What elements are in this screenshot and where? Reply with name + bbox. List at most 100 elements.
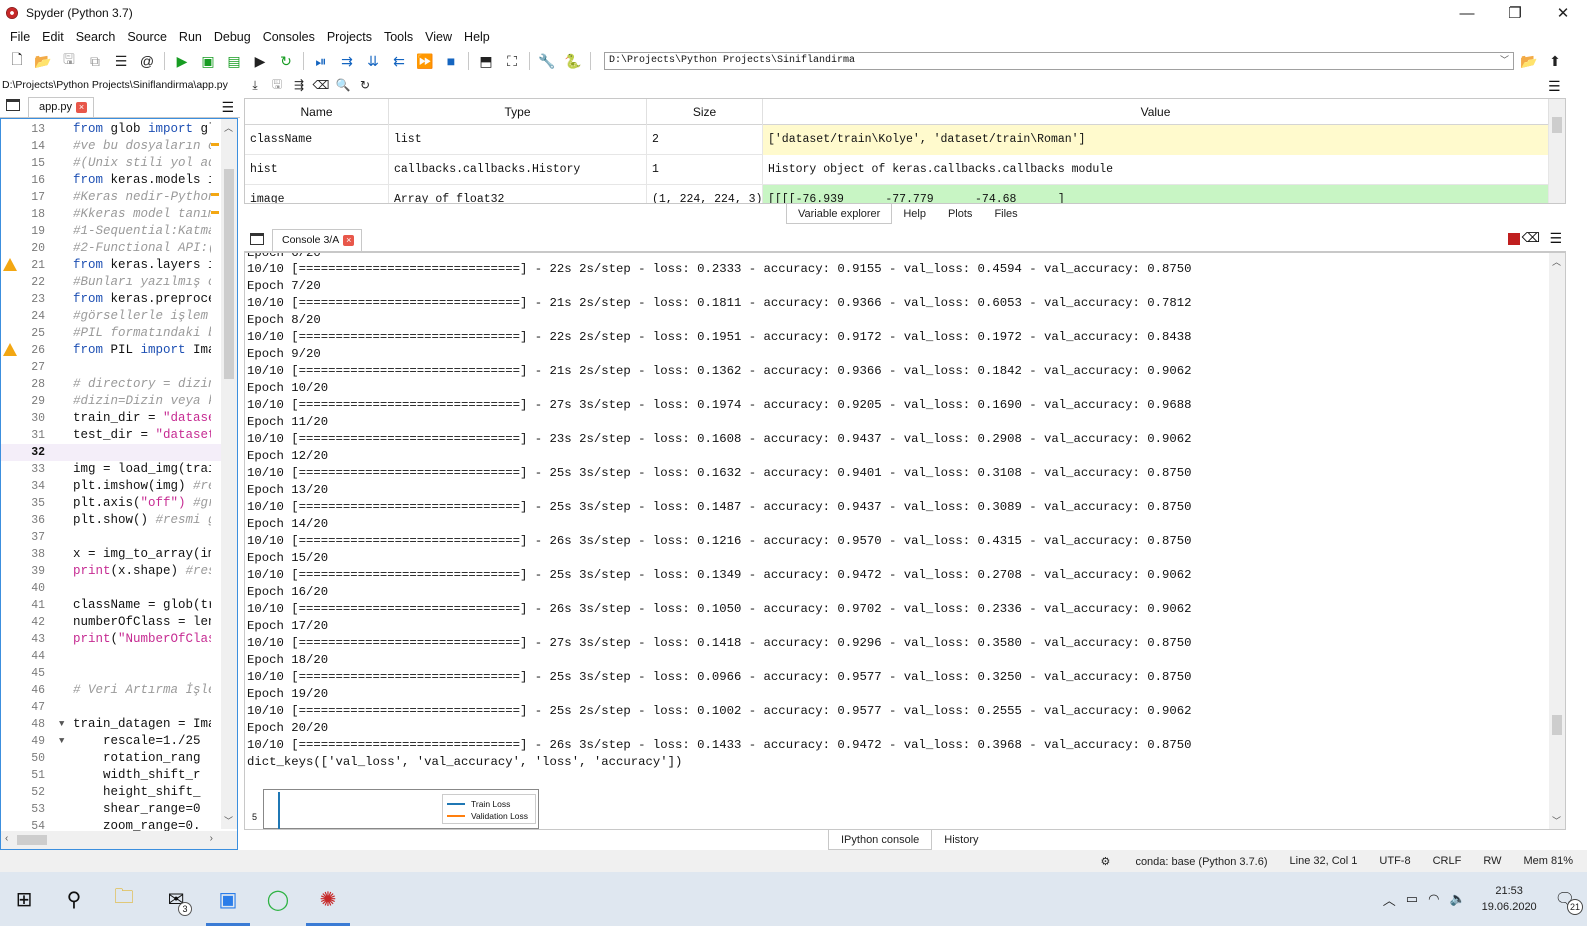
run-cell-icon[interactable]: ▣ [197, 50, 219, 72]
hamburger-menu-icon[interactable]: ☰ [1548, 78, 1561, 95]
menu-search[interactable]: Search [70, 30, 122, 44]
console-tab[interactable]: Console 3/A × [272, 229, 362, 251]
code-line[interactable]: 34 plt.imshow(img) #re [1, 478, 221, 495]
at-icon[interactable]: @ [136, 50, 158, 72]
header-type[interactable]: Type [389, 99, 647, 125]
maximize-pane-icon[interactable]: ⬒ [475, 50, 497, 72]
code-line[interactable]: 42 numberOfClass = len [1, 614, 221, 631]
parent-directory-icon[interactable]: ⬆ [1544, 50, 1566, 72]
refresh-icon[interactable]: ↻ [356, 76, 374, 94]
code-line[interactable]: 52 height_shift_ [1, 784, 221, 801]
scroll-down-icon[interactable]: ﹀ [1552, 814, 1561, 827]
warning-icon[interactable] [3, 258, 17, 271]
list-icon[interactable]: ☰ [110, 50, 132, 72]
menu-file[interactable]: File [4, 30, 36, 44]
run-cell-advance-icon[interactable]: ▤ [223, 50, 245, 72]
code-line[interactable]: 22 #Bunları yazılmış c [1, 274, 221, 291]
code-line[interactable]: 13 from glob import gl [1, 121, 221, 138]
console-scrollbar[interactable]: ︿ ﹀ [1549, 253, 1565, 829]
code-line[interactable]: 36 plt.show() #resmi g [1, 512, 221, 529]
code-line[interactable]: 41 className = glob(tr [1, 597, 221, 614]
code-line[interactable]: 28 # directory = dizin [1, 376, 221, 393]
code-line[interactable]: 14 #ve bu dosyaların c [1, 138, 221, 155]
new-file-icon[interactable]: 🗋 [6, 50, 28, 72]
code-line[interactable]: 53 shear_range=0 [1, 801, 221, 818]
clock[interactable]: 21:53 19.06.2020 [1482, 883, 1537, 915]
erase-icon[interactable]: ⌫ [312, 76, 330, 94]
code-line[interactable]: 45 [1, 665, 221, 682]
table-row[interactable]: className list 2 ['dataset/train\Kolye',… [245, 125, 1549, 155]
header-name[interactable]: Name [245, 99, 389, 125]
scroll-up-icon[interactable]: ︿ [1552, 255, 1561, 268]
code-line[interactable]: 16 from keras.models i [1, 172, 221, 189]
chevron-down-icon[interactable]: ﹀ [1500, 53, 1509, 69]
run-selection-icon[interactable]: ▶ [249, 50, 271, 72]
save-data-icon[interactable]: 🖫 [268, 76, 286, 94]
editor-vertical-scrollbar[interactable]: ︿ ﹀ [221, 119, 237, 829]
code-line[interactable]: 18 #Kkeras model tanım [1, 206, 221, 223]
preferences-wrench-icon[interactable]: 🔧 [536, 50, 558, 72]
fold-arrow-icon[interactable]: ▼ [59, 733, 64, 750]
word-icon[interactable]: ▣ [204, 872, 252, 926]
tab-ipython-console[interactable]: IPython console [828, 830, 933, 850]
hamburger-menu-icon[interactable]: ☰ [221, 99, 234, 116]
step-icon[interactable]: ⇉ [336, 50, 358, 72]
scroll-right-icon[interactable]: › [210, 833, 213, 844]
clear-console-icon[interactable]: ⌫ [1522, 230, 1540, 246]
code-line[interactable]: 26 from PIL import Ima [1, 342, 221, 359]
code-line[interactable]: 40 [1, 580, 221, 597]
scrollbar-thumb[interactable] [17, 835, 47, 845]
scroll-down-icon[interactable]: ﹀ [224, 814, 233, 827]
menu-projects[interactable]: Projects [321, 30, 378, 44]
menu-tools[interactable]: Tools [378, 30, 419, 44]
menu-help[interactable]: Help [458, 30, 496, 44]
tab-plots[interactable]: Plots [937, 204, 983, 224]
fold-arrow-icon[interactable]: ▼ [59, 716, 64, 733]
code-line[interactable]: 47 [1, 699, 221, 716]
code-line[interactable]: 29 #dizin=Dizin veya k [1, 393, 221, 410]
table-row[interactable]: hist callbacks.callbacks.History 1 Histo… [245, 155, 1549, 185]
code-line[interactable]: 39 print(x.shape) #res [1, 563, 221, 580]
chevron-up-icon[interactable]: ︿ [1383, 890, 1396, 909]
warning-icon[interactable] [3, 343, 17, 356]
header-value[interactable]: Value [763, 99, 1549, 125]
code-line[interactable]: 35 plt.axis("off") #gr [1, 495, 221, 512]
menu-edit[interactable]: Edit [36, 30, 70, 44]
menu-debug[interactable]: Debug [208, 30, 257, 44]
code-line[interactable]: 27 [1, 359, 221, 376]
menu-source[interactable]: Source [121, 30, 173, 44]
working-directory-input[interactable]: D:\Projects\Python Projects\Siniflandirm… [604, 52, 1514, 70]
code-line[interactable]: 48 ▼ train_datagen = Ima [1, 716, 221, 733]
save-icon[interactable]: 🖫 [58, 50, 80, 72]
code-line[interactable]: 15 #(Unix stili yol ad [1, 155, 221, 172]
import-data-icon[interactable]: ⇶ [290, 76, 308, 94]
step-return-icon[interactable]: ⇇ [388, 50, 410, 72]
code-line[interactable]: 33 img = load_img(trai [1, 461, 221, 478]
scrollbar-thumb[interactable] [1552, 715, 1562, 735]
file-explorer-icon[interactable]: 🗀 [100, 872, 148, 926]
code-line[interactable]: 38 x = img_to_array(im [1, 546, 221, 563]
code-line[interactable]: 19 #1-Sequential:Katma [1, 223, 221, 240]
close-window-button[interactable]: ✕ [1539, 0, 1587, 26]
tab-help[interactable]: Help [892, 204, 937, 224]
code-line[interactable]: 17 #Keras nedir-Python [1, 189, 221, 206]
rerun-icon[interactable]: ↻ [275, 50, 297, 72]
volume-icon[interactable]: 🔈 [1449, 891, 1465, 907]
step-into-icon[interactable]: ⇊ [362, 50, 384, 72]
tab-files[interactable]: Files [983, 204, 1028, 224]
table-row[interactable]: image Array of float32 (1, 224, 224, 3) … [245, 185, 1549, 203]
code-editor[interactable]: 13 from glob import gl 14 #ve bu dosyaların… [0, 118, 238, 850]
menu-run[interactable]: Run [173, 30, 208, 44]
scrollbar-thumb[interactable] [224, 169, 234, 379]
close-tab-icon[interactable]: × [76, 101, 88, 113]
browse-folder-icon[interactable]: 📂 [1518, 50, 1540, 72]
hamburger-menu-icon[interactable]: ☰ [1549, 230, 1562, 247]
run-icon[interactable]: ▶ [171, 50, 193, 72]
tab-history[interactable]: History [932, 830, 990, 850]
battery-icon[interactable]: ▭ [1406, 891, 1418, 907]
code-line[interactable]: 25 #PIL formatındaki b [1, 325, 221, 342]
spyder-taskbar-icon[interactable]: ✺ [304, 872, 352, 926]
code-line[interactable]: 37 [1, 529, 221, 546]
code-line[interactable]: 24 #görsellerle işlem [1, 308, 221, 325]
chat-app-icon[interactable]: ◯ [254, 872, 302, 926]
